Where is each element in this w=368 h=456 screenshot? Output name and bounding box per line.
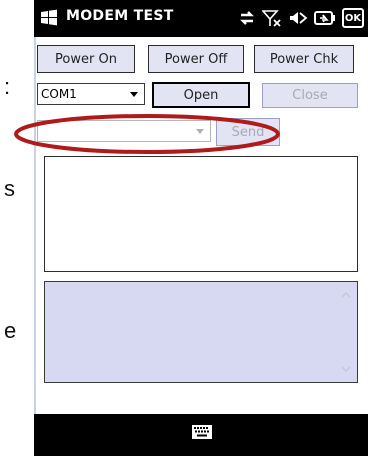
- scroll-down-icon[interactable]: [341, 364, 351, 374]
- bg-text-e: e: [4, 318, 17, 343]
- sync-icon[interactable]: [238, 9, 256, 27]
- power-off-button[interactable]: Power Off: [148, 45, 244, 73]
- app-title: MODEM TEST: [66, 8, 174, 24]
- chevron-down-icon: [196, 129, 204, 134]
- close-button[interactable]: Close: [262, 83, 358, 108]
- chevron-down-icon: [130, 92, 138, 97]
- com-port-value: COM1: [41, 87, 77, 101]
- no-signal-icon[interactable]: [262, 8, 282, 28]
- ok-button[interactable]: OK: [342, 8, 364, 28]
- screen-edge: [34, 0, 36, 456]
- com-port-select[interactable]: COM1: [37, 83, 145, 105]
- power-chk-button[interactable]: Power Chk: [254, 45, 354, 73]
- open-button[interactable]: Open: [152, 82, 250, 108]
- windows-logo-icon[interactable]: [40, 8, 58, 26]
- speaker-muted-icon[interactable]: [288, 9, 308, 27]
- menu-bar: [34, 414, 368, 456]
- command-select[interactable]: [37, 120, 211, 142]
- device-screen: MODEM TEST OK Power On Power Off Power C…: [34, 0, 368, 456]
- send-button[interactable]: Send: [216, 118, 280, 146]
- bg-text-s: s: [4, 176, 15, 201]
- power-on-button[interactable]: Power On: [37, 45, 135, 73]
- log-textbox[interactable]: [44, 281, 358, 383]
- status-icons: OK: [238, 6, 364, 30]
- bg-text-colon: :: [4, 74, 11, 99]
- scroll-up-icon[interactable]: [341, 290, 351, 300]
- title-bar: MODEM TEST OK: [34, 0, 368, 37]
- battery-charging-icon[interactable]: [314, 9, 336, 27]
- output-textbox[interactable]: [44, 156, 358, 272]
- keyboard-icon[interactable]: [192, 425, 212, 439]
